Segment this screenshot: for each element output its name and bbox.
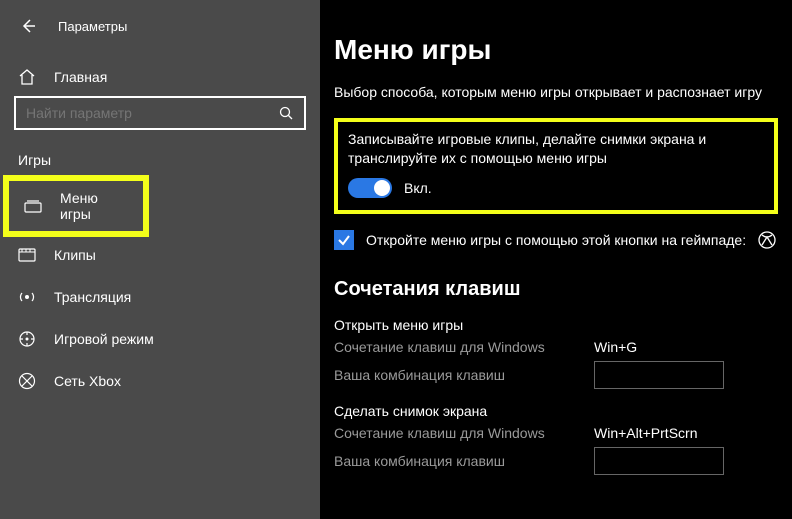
record-description: Записывайте игровые клипы, делайте снимк… — [348, 130, 764, 168]
shortcut-win-label: Сочетание клавиш для Windows — [334, 425, 594, 441]
shortcut-win-label: Сочетание клавиш для Windows — [334, 339, 594, 355]
game-mode-icon — [18, 330, 36, 348]
shortcut-user-label: Ваша комбинация клавиш — [334, 453, 594, 469]
shortcut-name: Сделать снимок экрана — [334, 403, 778, 419]
record-block-highlight: Записывайте игровые клипы, делайте снимк… — [334, 118, 778, 214]
shortcut-group-screenshot: Сделать снимок экрана Сочетание клавиш д… — [334, 403, 778, 475]
search-input[interactable] — [26, 105, 278, 121]
content-area: Меню игры Выбор способа, которым меню иг… — [320, 0, 792, 519]
record-toggle-row: Вкл. — [348, 178, 764, 198]
sidebar-item-clips[interactable]: Клипы — [0, 234, 320, 276]
home-nav[interactable]: Главная — [0, 58, 320, 96]
sidebar-item-label: Трансляция — [54, 289, 131, 305]
shortcuts-title: Сочетания клавиш — [334, 278, 778, 301]
xbox-icon — [758, 231, 776, 249]
search-box[interactable] — [14, 96, 306, 130]
gamepad-checkbox-label: Откройте меню игры с помощью этой кнопки… — [366, 232, 746, 248]
search-container — [0, 96, 320, 148]
shortcut-group-open-gamebar: Открыть меню игры Сочетание клавиш для W… — [334, 317, 778, 389]
home-label: Главная — [54, 69, 107, 85]
record-toggle[interactable] — [348, 178, 392, 198]
shortcut-user-input[interactable] — [594, 447, 724, 475]
category-label: Игры — [0, 148, 320, 178]
shortcut-win-value: Win+G — [594, 339, 637, 355]
home-icon — [18, 68, 36, 86]
page-title: Меню игры — [334, 34, 778, 66]
titlebar: Параметры — [0, 8, 320, 58]
game-bar-icon — [24, 197, 42, 215]
sidebar-item-broadcast[interactable]: Трансляция — [0, 276, 320, 318]
sidebar-item-game-mode[interactable]: Игровой режим — [0, 318, 320, 360]
shortcut-win-value: Win+Alt+PrtScrn — [594, 425, 697, 441]
page-subtitle: Выбор способа, которым меню игры открыва… — [334, 84, 778, 100]
record-toggle-label: Вкл. — [404, 180, 432, 196]
shortcut-user-input[interactable] — [594, 361, 724, 389]
back-button[interactable] — [14, 12, 42, 40]
xbox-network-icon — [18, 372, 36, 390]
sidebar: Параметры Главная Игры Меню игры Клипы — [0, 0, 320, 519]
sidebar-item-label: Меню игры — [60, 190, 128, 222]
sidebar-item-label: Сеть Xbox — [54, 373, 121, 389]
gamepad-checkbox[interactable] — [334, 230, 354, 250]
broadcast-icon — [18, 288, 36, 306]
sidebar-item-label: Игровой режим — [54, 331, 154, 347]
sidebar-item-game-bar[interactable]: Меню игры — [6, 178, 146, 234]
shortcut-user-label: Ваша комбинация клавиш — [334, 367, 594, 383]
clips-icon — [18, 246, 36, 264]
sidebar-item-label: Клипы — [54, 247, 96, 263]
gamepad-checkbox-row: Откройте меню игры с помощью этой кнопки… — [334, 230, 778, 250]
shortcut-name: Открыть меню игры — [334, 317, 778, 333]
search-icon — [278, 105, 294, 121]
sidebar-item-xbox-network[interactable]: Сеть Xbox — [0, 360, 320, 402]
settings-title: Параметры — [58, 19, 127, 34]
